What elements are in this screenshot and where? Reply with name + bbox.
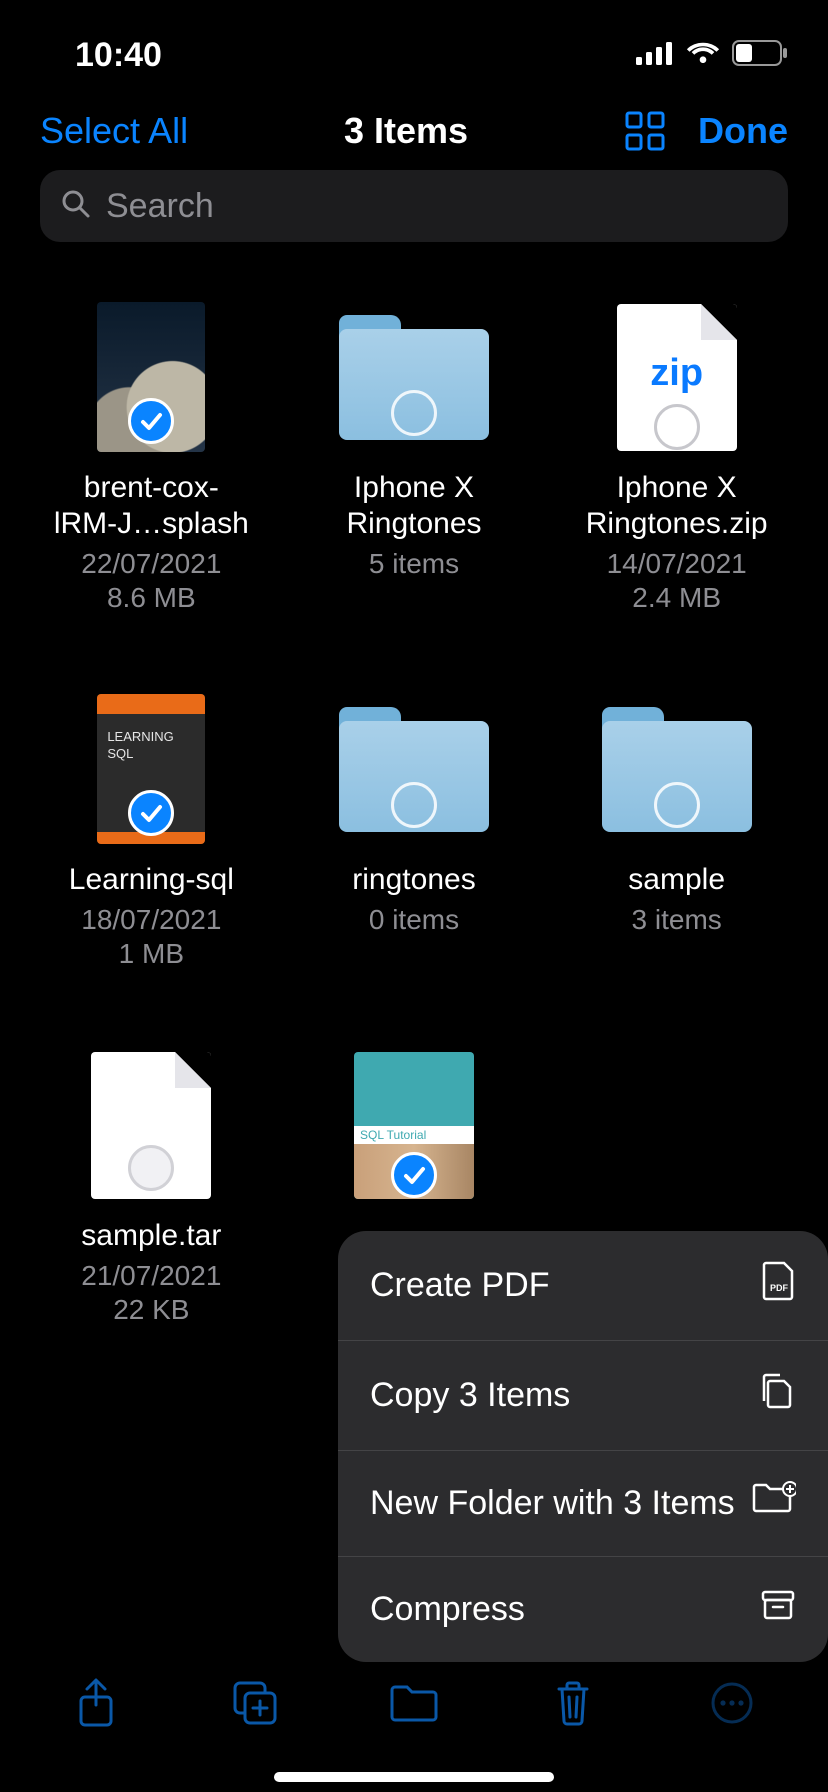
selection-circle [391,390,437,436]
file-size: 2.4 MB [632,582,721,614]
file-size: 8.6 MB [107,582,196,614]
select-all-button[interactable]: Select All [40,110,188,152]
selection-checkmark-icon [391,1152,437,1198]
file-size: 1 MB [119,938,184,970]
file-size: 22 KB [113,1294,189,1326]
selection-circle [128,1145,174,1191]
selection-checkmark-icon [128,790,174,836]
move-button[interactable] [386,1675,442,1731]
archive-icon [760,1587,796,1632]
trash-button[interactable] [545,1675,601,1731]
file-item[interactable]: brent-cox-lRM-J…splash 22/07/2021 8.6 MB [20,302,283,614]
context-menu: Create PDF PDF Copy 3 Items New Folder w… [338,1231,828,1662]
svg-text:PDF: PDF [770,1283,789,1293]
bottom-toolbar [0,1648,828,1758]
status-bar: 10:40 [0,0,828,90]
menu-label: Compress [370,1590,525,1629]
status-time: 10:40 [75,36,162,75]
nav-title: 3 Items [344,110,468,152]
menu-copy[interactable]: Copy 3 Items [338,1341,828,1451]
folder-item[interactable]: Iphone XRingtones 5 items [283,302,546,614]
document-thumbnail [91,1052,211,1199]
nav-bar: Select All 3 Items Done [0,90,828,170]
file-name: brent-cox-lRM-J…splash [48,470,255,542]
menu-label: New Folder with 3 Items [370,1484,735,1523]
copy-icon [758,1371,796,1420]
folder-plus-icon [752,1481,796,1526]
file-name: Learning-sql [63,862,240,898]
search-input[interactable] [106,187,768,226]
folder-count: 3 items [632,904,722,936]
folder-count: 0 items [369,904,459,936]
file-name: ringtones [346,862,481,898]
file-item[interactable]: LEARNING SQL Learning-sql 18/07/2021 1 M… [20,694,283,970]
file-item[interactable]: zip Iphone XRingtones.zip 14/07/2021 2.4… [545,302,808,614]
home-indicator[interactable] [274,1772,554,1782]
file-date: 21/07/2021 [81,1260,221,1292]
folder-item[interactable]: sample 3 items [545,694,808,970]
view-grid-icon[interactable] [624,110,666,152]
menu-label: Create PDF [370,1266,550,1305]
share-button[interactable] [68,1675,124,1731]
files-grid: brent-cox-lRM-J…splash 22/07/2021 8.6 MB… [0,266,828,1326]
pdf-icon: PDF [762,1261,796,1310]
zip-label: zip [617,352,737,395]
selection-circle [654,782,700,828]
battery-icon [732,40,788,71]
file-date: 14/07/2021 [607,548,747,580]
menu-new-folder[interactable]: New Folder with 3 Items [338,1451,828,1557]
menu-create-pdf[interactable]: Create PDF PDF [338,1231,828,1341]
search-icon [60,188,92,225]
folder-count: 5 items [369,548,459,580]
wifi-icon [686,41,720,70]
selection-circle [391,782,437,828]
file-name: Iphone XRingtones [340,470,487,542]
file-item[interactable]: sample.tar 21/07/2021 22 KB [20,1050,283,1326]
file-name: sample [622,862,731,898]
file-name: sample.tar [75,1218,227,1254]
file-name: Iphone XRingtones.zip [580,470,774,542]
status-indicators [636,40,788,71]
cellular-icon [636,41,674,70]
duplicate-button[interactable] [227,1675,283,1731]
selection-circle [654,404,700,450]
file-date: 22/07/2021 [81,548,221,580]
selection-checkmark-icon [128,398,174,444]
folder-item[interactable]: ringtones 0 items [283,694,546,970]
search-field[interactable] [40,170,788,242]
menu-compress[interactable]: Compress [338,1557,828,1662]
more-button[interactable] [704,1675,760,1731]
done-button[interactable]: Done [698,110,788,152]
file-date: 18/07/2021 [81,904,221,936]
menu-label: Copy 3 Items [370,1376,570,1415]
